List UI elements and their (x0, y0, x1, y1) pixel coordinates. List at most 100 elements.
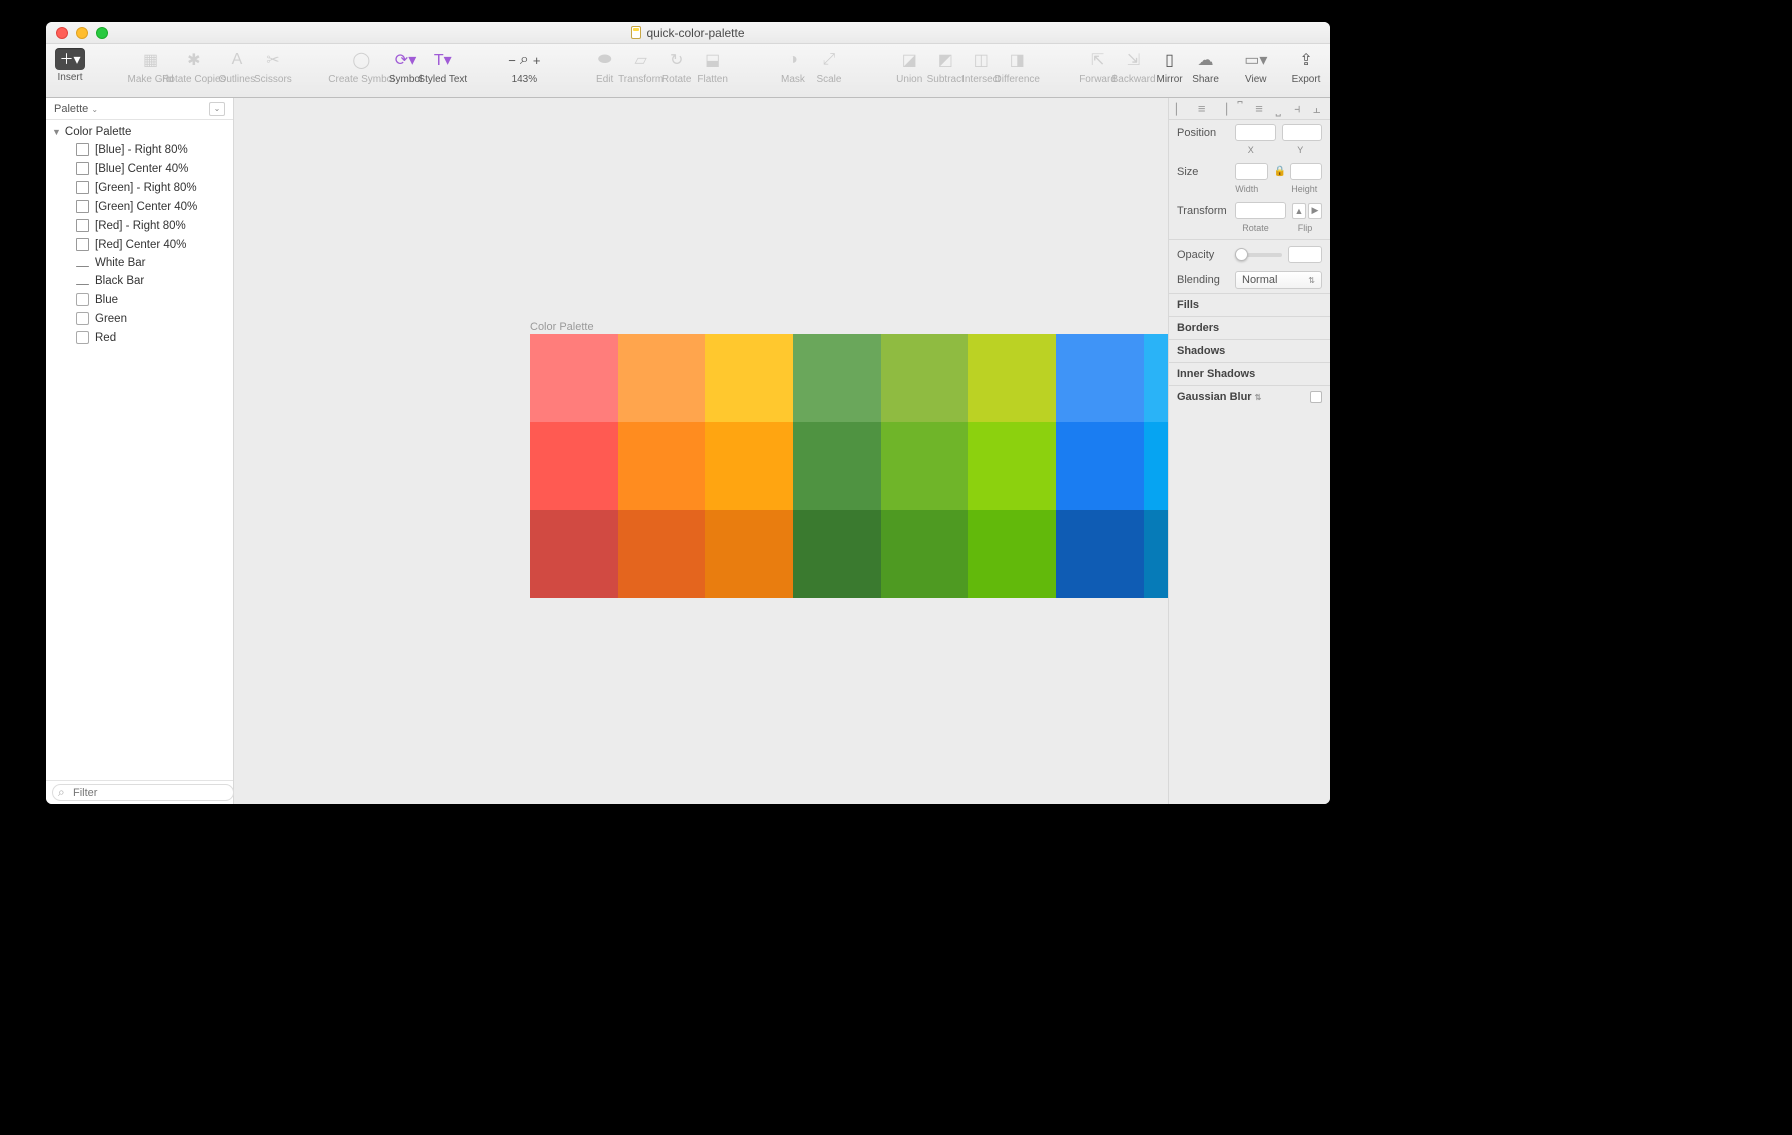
color-swatch[interactable] (530, 334, 618, 422)
rotate-field[interactable] (1235, 202, 1286, 219)
pages-dropdown[interactable]: Palette ⌄ ⌄ (46, 98, 233, 120)
artboard-label[interactable]: Color Palette (530, 321, 594, 333)
styled-text-button[interactable]: T▾Styled Text (424, 48, 463, 85)
color-swatch[interactable] (968, 422, 1056, 510)
color-swatch[interactable] (968, 510, 1056, 598)
layer-item[interactable]: [Blue] Center 40% (46, 159, 233, 178)
color-swatch[interactable] (530, 422, 618, 510)
color-swatch[interactable] (1056, 334, 1144, 422)
create-symbol-button[interactable]: ◯Create Symbol (335, 48, 387, 85)
difference-button[interactable]: ◨Difference (999, 48, 1035, 85)
export-button[interactable]: ⇪Export (1288, 48, 1324, 85)
color-swatch[interactable] (1056, 422, 1144, 510)
color-swatch[interactable] (1144, 422, 1168, 510)
layer-group-header[interactable]: ▼ Color Palette (46, 124, 233, 140)
color-swatch[interactable] (705, 334, 793, 422)
disclosure-triangle-icon[interactable]: ▼ (52, 127, 61, 137)
layer-item[interactable]: Blue (46, 290, 233, 309)
align-bottom-icon[interactable]: ⎵ (1271, 101, 1285, 117)
color-swatch[interactable] (530, 510, 618, 598)
flatten-button[interactable]: ⬓Flatten (695, 48, 731, 85)
rotate-copies-button[interactable]: ✱Rotate Copies (169, 48, 219, 85)
color-swatch[interactable] (793, 510, 881, 598)
align-right-icon[interactable]: ⎹ (1214, 101, 1228, 117)
borders-section[interactable]: Borders (1169, 316, 1330, 339)
gaussian-blur-section[interactable]: Gaussian Blur ⇅ (1169, 385, 1330, 408)
color-swatch[interactable] (618, 422, 706, 510)
size-width-field[interactable] (1235, 163, 1268, 180)
rectangle-icon (76, 200, 89, 213)
outlines-button[interactable]: AOutlines (219, 48, 255, 85)
color-swatch[interactable] (793, 334, 881, 422)
subtract-button[interactable]: ◩Subtract (927, 48, 963, 85)
color-swatch[interactable] (705, 422, 793, 510)
maximize-button[interactable] (96, 27, 108, 39)
layer-item[interactable]: [Blue] - Right 80% (46, 140, 233, 159)
flatten-icon: ⬓ (701, 48, 725, 72)
layer-item[interactable]: [Green] Center 40% (46, 197, 233, 216)
close-button[interactable] (56, 27, 68, 39)
layer-item[interactable]: Green (46, 309, 233, 328)
color-swatch[interactable] (881, 422, 969, 510)
inner-shadows-section[interactable]: Inner Shadows (1169, 362, 1330, 385)
scale-button[interactable]: ⤢Scale (811, 48, 847, 85)
opacity-field[interactable] (1288, 246, 1322, 263)
forward-icon: ⇱ (1086, 48, 1110, 72)
canvas[interactable]: Color Palette (234, 98, 1168, 804)
layer-item[interactable]: Red (46, 328, 233, 347)
distribute-v-icon[interactable]: ⫠ (1309, 101, 1323, 117)
flip-v-icon[interactable]: ▶ (1308, 203, 1322, 219)
color-swatch[interactable] (1144, 334, 1168, 422)
union-button[interactable]: ◪Union (891, 48, 927, 85)
color-swatch[interactable] (618, 334, 706, 422)
fills-section[interactable]: Fills (1169, 293, 1330, 316)
layer-item[interactable]: [Red] - Right 80% (46, 216, 233, 235)
color-swatch[interactable] (618, 510, 706, 598)
insert-button[interactable]: ＋▾ Insert (52, 48, 88, 83)
blending-select[interactable]: Normal⇅ (1235, 271, 1322, 289)
layer-item[interactable]: White Bar (46, 254, 233, 272)
position-x-field[interactable] (1235, 124, 1276, 141)
align-left-icon[interactable]: ⎸ (1176, 101, 1190, 117)
layer-item[interactable]: Black Bar (46, 272, 233, 290)
color-swatch[interactable] (1056, 510, 1144, 598)
filter-input[interactable] (52, 784, 234, 801)
scissors-button[interactable]: ✂Scissors (255, 48, 291, 85)
color-swatch[interactable] (881, 510, 969, 598)
align-top-icon[interactable]: ⎴ (1233, 101, 1247, 117)
lock-icon[interactable]: 🔒 (1274, 166, 1284, 177)
rotate-button[interactable]: ↻Rotate (659, 48, 695, 85)
color-swatch[interactable] (705, 510, 793, 598)
color-palette-artboard[interactable] (530, 334, 1168, 598)
color-swatch[interactable] (881, 334, 969, 422)
size-height-field[interactable] (1290, 163, 1323, 180)
layer-list: ▼ Color Palette [Blue] - Right 80%[Blue]… (46, 120, 233, 780)
layer-item[interactable]: [Red] Center 40% (46, 235, 233, 254)
align-center-h-icon[interactable]: ≡ (1195, 101, 1209, 116)
align-center-v-icon[interactable]: ≡ (1252, 101, 1266, 116)
color-swatch[interactable] (793, 422, 881, 510)
transform-button[interactable]: ▱Transform (623, 48, 659, 85)
panel-toggle-icon[interactable]: ⌄ (209, 102, 225, 116)
titlebar: quick-color-palette (46, 22, 1330, 44)
color-swatch[interactable] (968, 334, 1056, 422)
mirror-button[interactable]: ▯Mirror (1152, 48, 1188, 85)
mask-button[interactable]: ◑Mask (775, 48, 811, 85)
backward-button[interactable]: ⇲Backward (1116, 48, 1152, 85)
layer-item[interactable]: [Green] - Right 80% (46, 178, 233, 197)
share-button[interactable]: ☁Share (1188, 48, 1224, 85)
zoom-control[interactable]: −⌕+ 143% (506, 48, 542, 85)
gaussian-blur-checkbox[interactable] (1310, 391, 1322, 403)
position-y-field[interactable] (1282, 124, 1323, 141)
line-icon (76, 266, 89, 267)
opacity-slider[interactable] (1235, 253, 1282, 257)
minimize-button[interactable] (76, 27, 88, 39)
flip-h-icon[interactable]: ▲ (1292, 203, 1306, 219)
layer-label: [Red] - Right 80% (95, 220, 186, 232)
distribute-h-icon[interactable]: ⫞ (1290, 101, 1304, 117)
view-button[interactable]: ▭▾View (1238, 48, 1274, 85)
main-row: Palette ⌄ ⌄ ▼ Color Palette [Blue] - Rig… (46, 98, 1330, 804)
shadows-section[interactable]: Shadows (1169, 339, 1330, 362)
color-swatch[interactable] (1144, 510, 1168, 598)
forward-button[interactable]: ⇱Forward (1080, 48, 1116, 85)
